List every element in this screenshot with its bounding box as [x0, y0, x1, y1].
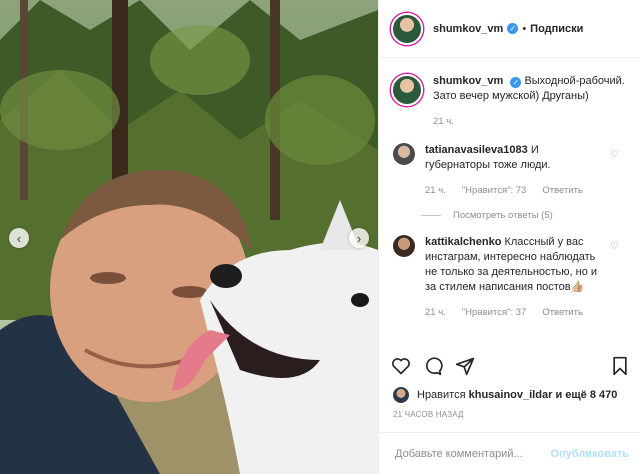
replies-divider: [421, 215, 441, 216]
likes-prefix: Нравится: [417, 389, 466, 401]
comment-time[interactable]: 21 ч.: [425, 183, 446, 198]
like-comment-heart-icon[interactable]: ♡: [610, 149, 619, 160]
view-replies-button[interactable]: Посмотреть ответы (5): [421, 210, 640, 221]
liker-avatar[interactable]: [393, 387, 409, 403]
post-caption: shumkov_vm ✓ Выходной-рабочий. Зато вече…: [379, 58, 640, 129]
comments-list[interactable]: shumkov_vm ✓ Выходной-рабочий. Зато вече…: [379, 58, 640, 346]
like-comment-heart-icon[interactable]: ♡: [610, 241, 619, 252]
comment-likes-count[interactable]: "Нравится": 37: [462, 305, 527, 320]
caption-body: shumkov_vm ✓ Выходной-рабочий. Зато вече…: [433, 74, 629, 129]
post-header: shumkov_vm ✓ • Подписки: [379, 0, 640, 58]
post-photo[interactable]: ‹ ›: [0, 0, 378, 474]
comment-username[interactable]: kattikalchenko: [425, 236, 501, 248]
comment-item: tatianavasileva1083 И губернаторы тоже л…: [379, 129, 640, 198]
comment-username[interactable]: tatianavasileva1083: [425, 144, 528, 156]
next-photo-button[interactable]: ›: [349, 228, 369, 248]
author-username[interactable]: shumkov_vm: [433, 23, 503, 35]
add-comment-bar: Опубликовать: [379, 432, 640, 474]
save-bookmark-icon[interactable]: [611, 356, 629, 376]
like-heart-icon[interactable]: [391, 356, 411, 376]
share-paper-plane-icon[interactable]: [455, 356, 475, 376]
likes-summary: Нравится khusainov_ildar и ещё 8 470: [393, 387, 617, 403]
comment-meta: 21 ч. "Нравится": 37 Ответить: [425, 305, 605, 320]
header-separator: •: [522, 22, 527, 35]
reply-button[interactable]: Ответить: [542, 183, 583, 198]
following-button[interactable]: Подписки: [530, 23, 583, 35]
comment-time[interactable]: 21 ч.: [425, 305, 446, 320]
verified-badge-icon: ✓: [507, 23, 519, 34]
view-replies-label: Посмотреть ответы (5): [453, 210, 553, 221]
caption-time: 21 ч.: [433, 116, 454, 127]
verified-badge-icon: ✓: [510, 77, 522, 88]
author-avatar[interactable]: [391, 74, 423, 106]
comment-item: kattikalchenko Классный у вас инстаграм,…: [379, 221, 640, 320]
selfie-with-dog-image: [0, 0, 378, 474]
comment-meta: 21 ч. "Нравится": 73 Ответить: [425, 183, 605, 198]
commenter-avatar[interactable]: [393, 235, 415, 257]
comment-likes-count[interactable]: "Нравится": 73: [462, 183, 527, 198]
previous-photo-button[interactable]: ‹: [9, 228, 29, 248]
reply-button[interactable]: Ответить: [542, 305, 583, 320]
post-side-panel: shumkov_vm ✓ • Подписки shumkov_vm ✓ Вых…: [378, 0, 640, 474]
caption-username[interactable]: shumkov_vm: [433, 75, 503, 87]
post-timestamp[interactable]: 21 ЧАСОВ НАЗАД: [393, 410, 464, 419]
liker-username[interactable]: khusainov_ildar: [469, 389, 553, 401]
commenter-avatar[interactable]: [393, 143, 415, 165]
publish-comment-button[interactable]: Опубликовать: [550, 448, 629, 460]
post-modal: ‹ › shumkov_vm ✓ • Подписки shumkov_vm ✓…: [0, 0, 640, 474]
post-actions-bar: [391, 356, 631, 380]
comment-bubble-icon[interactable]: [423, 356, 443, 376]
likes-count-link[interactable]: и ещё 8 470: [555, 389, 617, 401]
comment-body: kattikalchenko Классный у вас инстаграм,…: [425, 235, 605, 320]
comment-input[interactable]: [393, 446, 551, 461]
author-avatar[interactable]: [391, 12, 423, 45]
comment-body: tatianavasileva1083 И губернаторы тоже л…: [425, 143, 605, 198]
